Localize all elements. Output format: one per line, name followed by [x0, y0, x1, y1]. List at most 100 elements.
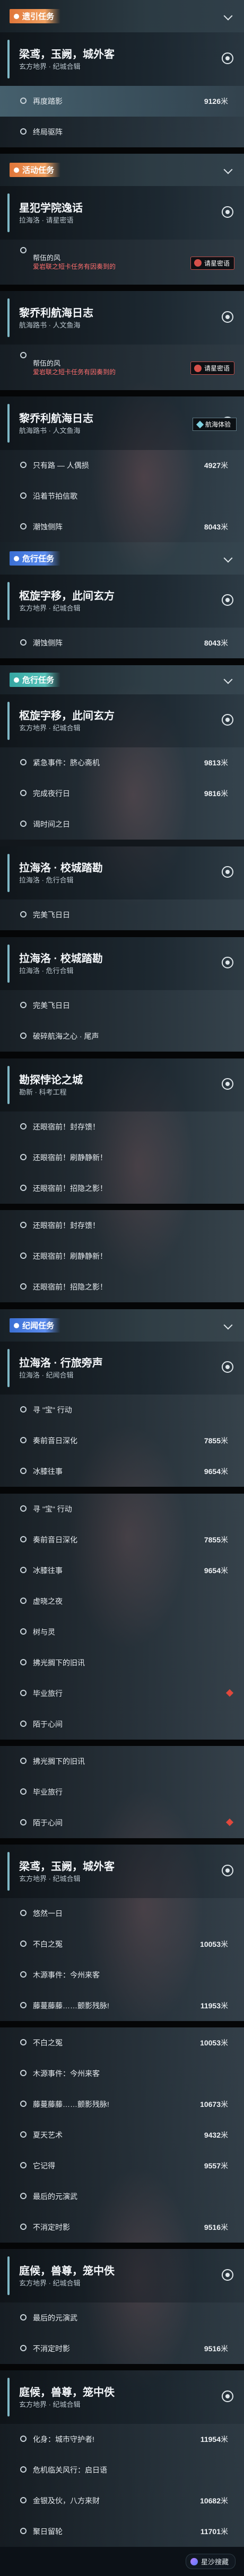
objective-row[interactable]: 只有路 — 人偶损 4927米 — [0, 450, 244, 481]
objective-row[interactable]: 终局驱阵 — [0, 117, 244, 147]
track-target-icon[interactable] — [222, 52, 233, 64]
objective-row[interactable]: 奏前音日深化 7855米 — [0, 1425, 244, 1456]
objective-circle-icon — [20, 1721, 27, 1727]
objective-row[interactable]: 树与灵 — [0, 1617, 244, 1647]
objective-row[interactable]: 不消定时影 9516米 — [0, 2212, 244, 2243]
quest-card[interactable]: 拉海洛 · 行旅旁声 拉海洛 · 纪闻合辑 — [0, 1342, 244, 1395]
track-target-icon[interactable] — [222, 957, 233, 968]
npc-prompt-row[interactable]: 帮伍的风 爱岩联之短卡任务有因奏到的 请星密语 — [0, 240, 244, 285]
objective-row[interactable]: 拂光搁下的旧讯 — [0, 1647, 244, 1678]
chevron-down-icon[interactable] — [223, 553, 233, 562]
objective-row[interactable]: 藤蔓藤藤……颤影残脉! 10673米 — [0, 2089, 244, 2120]
chevron-down-icon[interactable] — [223, 675, 233, 684]
objective-row[interactable]: 木源事件：今州来客 — [0, 1960, 244, 1990]
objective-row[interactable]: 寻 "宝" 行动 — [0, 1395, 244, 1425]
quest-card[interactable]: 黎乔利航海日志 航海路书 · 人文鱼海 — [0, 291, 244, 345]
track-target-icon[interactable] — [222, 594, 233, 606]
nav-log-tag[interactable]: 航海体验 — [192, 418, 237, 431]
objective-circle-icon — [20, 1598, 27, 1604]
quest-card[interactable]: 庭候，兽尊，笼中佚 玄方地界 · 纪城合辑 — [0, 2370, 244, 2424]
quest-card[interactable]: 拉海洛 · 校城踏勘 拉海洛 · 危行合辑 — [0, 937, 244, 990]
category-header[interactable]: 遗引任务 — [0, 0, 244, 32]
quest-card[interactable]: 梁鸢，玉阙，城外客 玄方地界 · 纪城合辑 — [0, 1845, 244, 1898]
quest-card[interactable]: 勘探悖论之城 勘新 · 科考工程 — [0, 1058, 244, 1111]
category-header[interactable]: 纪闻任务 — [0, 1309, 244, 1342]
chevron-down-icon[interactable] — [223, 165, 233, 174]
category-header[interactable]: 活动任务 — [0, 154, 244, 186]
objective-row[interactable]: 还眼宿前！刷静静新！ — [0, 1241, 244, 1272]
category-header[interactable]: 危行任务 — [0, 542, 244, 575]
track-target-icon[interactable] — [222, 714, 233, 726]
track-target-icon[interactable] — [222, 1361, 233, 1373]
objective-row[interactable]: 寻 "宝" 行动 — [0, 1494, 244, 1524]
track-target-icon[interactable] — [222, 866, 233, 878]
category-header[interactable]: 危行任务 — [0, 665, 244, 694]
objective-row[interactable]: 危机临关风行：启日语 — [0, 2455, 244, 2485]
objective-row[interactable]: 不白之冤 10053米 — [0, 1929, 244, 1960]
chevron-down-icon[interactable] — [223, 11, 233, 20]
objective-distance: 8043米 — [204, 638, 228, 648]
objective-row[interactable]: 陌于心间 — [0, 1807, 244, 1838]
objective-row[interactable]: 还眼宿前！封存馈！ — [0, 1210, 244, 1241]
objective-row[interactable]: 拂光搁下的旧讯 — [0, 1746, 244, 1777]
objective-row[interactable]: 化身：城市守护者! 11954米 — [0, 2424, 244, 2455]
objective-row[interactable]: 木源事件：今州来客 — [0, 2058, 244, 2089]
quest-card[interactable]: 星犯学院逸话 拉海洛 · 请星密语 — [0, 186, 244, 240]
objective-circle-icon — [20, 1222, 27, 1228]
objective-row[interactable]: 潮蚀侧阵 8043米 — [0, 511, 244, 542]
quest-card[interactable]: 拉海洛 · 校城踏勘 拉海洛 · 危行合辑 — [0, 846, 244, 899]
quest-card[interactable]: 庭候，兽尊，笼中佚 玄方地界 · 纪城合辑 — [0, 2249, 244, 2302]
objective-row[interactable]: 它记得 9557米 — [0, 2150, 244, 2181]
objective-row[interactable]: 毕业旅行 — [0, 1678, 244, 1709]
quest-card[interactable]: 黎乔利航海日志 航海路书 · 人文鱼海 航海体验 — [0, 396, 244, 450]
map-marker-icon[interactable] — [225, 1818, 234, 1827]
track-target-icon[interactable] — [222, 311, 233, 323]
objective-text: 藤蔓藤藤……颤影残脉! — [33, 2100, 109, 2109]
objective-row[interactable]: 再度踏影 9126米 — [0, 86, 244, 117]
track-target-icon[interactable] — [222, 2269, 233, 2281]
chevron-down-icon[interactable] — [223, 1320, 233, 1329]
objective-row[interactable]: 还眼宿前！招隐之影！ — [0, 1173, 244, 1204]
objective-row[interactable]: 聚日留轮 11701米 — [0, 2516, 244, 2547]
objective-row[interactable]: 完成夜行日 9816米 — [0, 778, 244, 809]
objective-row[interactable]: 紧急事件：脐心斋机 9813米 — [0, 747, 244, 778]
map-marker-icon[interactable] — [225, 1689, 234, 1697]
objective-row[interactable]: 潮蚀侧阵 8043米 — [0, 628, 244, 658]
objective-row[interactable]: 谒时间之日 — [0, 809, 244, 840]
objective-row[interactable]: 夏天艺术 9432米 — [0, 2120, 244, 2150]
objective-row[interactable]: 不白之冤 10053米 — [0, 2027, 244, 2058]
objective-row[interactable]: 奏前音日深化 7855米 — [0, 1524, 244, 1555]
objective-row[interactable]: 虚晓之夜 — [0, 1586, 244, 1617]
objective-row[interactable]: 破碎航海之心 · 尾声 — [0, 1021, 244, 1052]
objective-row[interactable]: 还眼宿前！刷静静新！ — [0, 1142, 244, 1173]
objective-row[interactable]: 最后的元演武 — [0, 2302, 244, 2333]
objective-row[interactable]: 冰膝往事 9654米 — [0, 1555, 244, 1586]
quest-title: 枢旋字移，此间玄方 — [19, 590, 115, 602]
request-star-badge[interactable]: 请星密语 — [190, 256, 234, 270]
quest-card[interactable]: 枢旋字移，此间玄方 玄方地界 · 纪城合辑 — [0, 694, 244, 747]
track-target-icon[interactable] — [222, 1864, 233, 1876]
quest-title: 拉海洛 · 校城踏勘 — [19, 953, 103, 965]
quest-card[interactable]: 枢旋字移，此间玄方 玄方地界 · 纪城合辑 — [0, 575, 244, 628]
objective-row[interactable]: 冰膝往事 9654米 — [0, 1456, 244, 1487]
search-button[interactable]: 星沙搜藏 — [185, 2554, 236, 2569]
objective-row[interactable]: 完美飞日日 — [0, 899, 244, 930]
request-star-badge[interactable]: 请星密语 — [190, 361, 234, 375]
objective-row[interactable]: 沿着节拍信歌 — [0, 481, 244, 511]
objective-row[interactable]: 还眼宿前！封存馈！ — [0, 1111, 244, 1142]
objective-row[interactable]: 藤蔓藤藤……颤影残脉! 11953米 — [0, 1990, 244, 2021]
track-target-icon[interactable] — [222, 2390, 233, 2402]
objective-row[interactable]: 金银及伙，八方来财 10682米 — [0, 2485, 244, 2516]
objective-row[interactable]: 毕业旅行 — [0, 1777, 244, 1807]
objective-row[interactable]: 不消定时影 9516米 — [0, 2333, 244, 2364]
objective-row[interactable]: 最后的元演武 — [0, 2181, 244, 2212]
track-target-icon[interactable] — [222, 1078, 233, 1090]
objective-distance: 9557米 — [204, 2160, 228, 2171]
objective-row[interactable]: 悠然一日 — [0, 1898, 244, 1929]
quest-card[interactable]: 梁鸢，玉阙，城外客 玄方地界 · 纪城合辑 — [0, 32, 244, 86]
objective-row[interactable]: 陌于心间 — [0, 1709, 244, 1740]
track-target-icon[interactable] — [222, 206, 233, 218]
objective-row[interactable]: 还眼宿前！招隐之影！ — [0, 1272, 244, 1302]
objective-row[interactable]: 完美飞日日 — [0, 990, 244, 1021]
npc-prompt-row[interactable]: 帮伍的风 爱岩联之短卡任务有因奏到的 请星密语 — [0, 345, 244, 390]
